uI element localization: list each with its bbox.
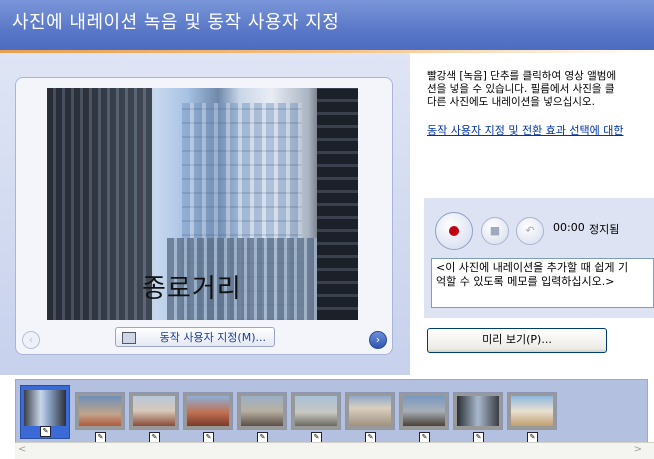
page-title: 사진에 내레이션 녹음 및 동작 사용자 지정	[12, 12, 340, 33]
thumbnail-image	[241, 396, 283, 426]
thumbnail-image	[511, 396, 553, 426]
photo-caption: 종로거리	[142, 274, 242, 304]
motion-icon	[122, 332, 136, 344]
thumbnail-image	[24, 390, 66, 426]
filmstrip-thumbnail[interactable]: ✎	[399, 392, 449, 443]
thumbnail-image	[349, 396, 391, 426]
filmstrip-thumbnail[interactable]: ✎	[237, 392, 287, 443]
help-link[interactable]: 동작 사용자 지정 및 전환 효과 선택에 대한	[427, 122, 624, 138]
scroll-left-arrow[interactable]: <	[18, 444, 26, 455]
thumbnail-image	[79, 396, 121, 426]
filmstrip-thumbnail[interactable]: ✎	[183, 392, 233, 443]
thumbnail-image	[403, 396, 445, 426]
undo-recording-button[interactable]: ↶	[516, 217, 544, 245]
next-photo-button[interactable]: ›	[369, 331, 387, 349]
recording-status: 정지됨	[589, 223, 620, 236]
recording-time: 00:00	[553, 221, 585, 234]
photo-building-right	[317, 88, 358, 320]
stop-button[interactable]: ■	[481, 217, 509, 245]
record-button[interactable]	[435, 212, 473, 250]
filmstrip-thumbnail[interactable]: ✎	[291, 392, 341, 443]
instructions-text: 빨강색 [녹음] 단추를 클릭하여 영상 앨범에 션을 넣을 수 있습니다. 필…	[427, 70, 617, 108]
edit-note-icon[interactable]: ✎	[40, 426, 51, 437]
preview-button[interactable]: 미리 보기(P)...	[427, 328, 607, 353]
filmstrip-thumbnail[interactable]: ✎	[507, 392, 557, 443]
thumbnail-image	[187, 396, 229, 426]
previous-photo-button[interactable]: ‹	[22, 331, 40, 349]
filmstrip-thumbnail[interactable]: ✎	[345, 392, 395, 443]
customize-motion-button[interactable]: 동작 사용자 지정(M)...	[115, 327, 275, 347]
filmstrip-thumbnail[interactable]: ✎	[453, 392, 503, 443]
filmstrip-thumbnail[interactable]: ✎	[75, 392, 125, 443]
filmstrip-thumbnail[interactable]: ✎	[20, 385, 70, 439]
thumbnail-image	[133, 396, 175, 426]
thumbnail-image	[457, 396, 499, 426]
filmstrip-thumbnail[interactable]: ✎	[129, 392, 179, 443]
scroll-right-arrow[interactable]: >	[634, 444, 642, 455]
photo-building-left	[47, 88, 152, 320]
note-textarea[interactable]: <이 사진에 내레이션을 추가할 때 쉽게 기 억할 수 있도록 메모를 입력하…	[431, 258, 654, 308]
thumbnail-image	[295, 396, 337, 426]
filmstrip-scrollbar[interactable]: < >	[15, 442, 654, 459]
customize-motion-label: 동작 사용자 지정(M)...	[159, 331, 266, 344]
